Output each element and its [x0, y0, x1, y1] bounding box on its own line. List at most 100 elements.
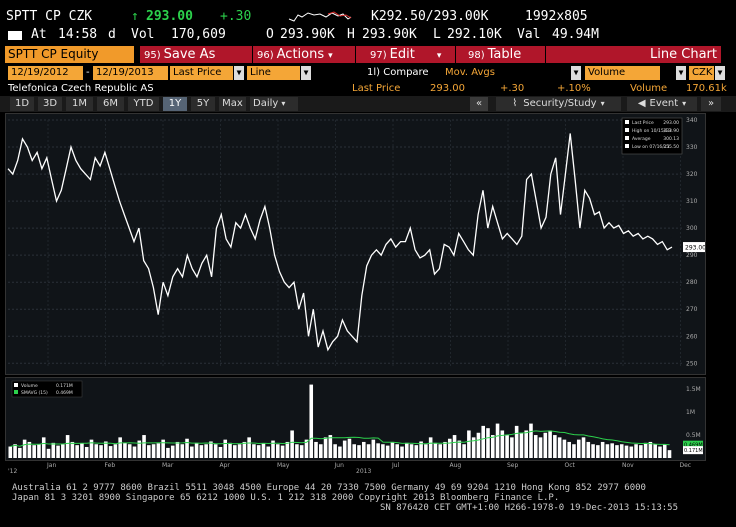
volume-dropdown-icon[interactable]: ▼	[676, 66, 686, 80]
time-suffix: d	[108, 27, 116, 42]
volume-bar	[185, 438, 189, 458]
period-6m[interactable]: 6M	[97, 97, 124, 111]
volume-bar	[285, 441, 290, 458]
save-as-button[interactable]: 95) Save As	[140, 46, 253, 63]
volume-bar	[309, 384, 314, 458]
size-separator: x	[556, 9, 565, 24]
volume-bar	[400, 446, 404, 458]
volume-value: 170,609	[171, 27, 226, 42]
volume-bar	[247, 437, 251, 458]
volume-chart[interactable]: 0.5M 1M 1.5M Volume 0.171M SMAVG (15) 0.469M 0.…	[5, 377, 706, 461]
frequency-dropdown-icon: ▾	[281, 99, 286, 108]
volume-legend-label: SMAVG (15)	[21, 390, 48, 396]
volume-bar	[132, 446, 137, 458]
footer-session: SN 876420 CET GMT+1:00 H266-1978-0 19-De…	[380, 503, 679, 513]
volume-bar	[190, 446, 194, 458]
legend-label: Last Price	[632, 120, 654, 126]
start-date-field[interactable]: 12/19/2012	[8, 66, 83, 80]
volume-legend-swatch	[14, 390, 18, 394]
volume-bar	[404, 442, 409, 458]
volume-bar	[228, 442, 232, 458]
volume-legend-label: Volume	[21, 383, 38, 389]
volume-label: Vol	[131, 27, 155, 42]
price-type-dropdown-icon[interactable]: ▼	[234, 66, 244, 80]
volume-bar	[156, 443, 161, 458]
period-max[interactable]: Max	[219, 97, 246, 111]
open-value: 293.90K	[280, 27, 335, 42]
volume-bar	[37, 444, 41, 458]
volume-bar	[123, 442, 127, 458]
security-study-button[interactable]: ⌇ Security/Study ▾	[496, 97, 621, 111]
period-1m[interactable]: 1M	[66, 97, 93, 111]
volume-bar	[223, 439, 228, 458]
volume-bar	[667, 450, 672, 458]
volume-bar	[519, 432, 524, 458]
volume-bar	[495, 423, 500, 458]
volume-bar	[108, 446, 113, 458]
mov-avgs-button[interactable]: Mov. Avgs	[445, 66, 495, 80]
volume-bar	[381, 444, 385, 458]
volume-bar	[22, 439, 27, 458]
expand-button[interactable]: »	[701, 97, 721, 111]
volume-bar	[581, 437, 586, 458]
volume-bar	[648, 441, 653, 458]
volume-bar	[147, 445, 151, 458]
volume-bar	[46, 448, 51, 458]
period-1y[interactable]: 1Y	[163, 97, 187, 111]
volume-bar	[166, 447, 170, 458]
security-field[interactable]: SPTT CP Equity	[5, 46, 134, 63]
volume-bar	[562, 439, 567, 458]
volume-bar	[252, 444, 256, 458]
chart-type-dropdown-icon[interactable]: ▼	[301, 66, 311, 80]
edit-label: Edit	[389, 47, 415, 62]
volume-bar	[624, 445, 629, 458]
actions-button[interactable]: 96) Actions ▾	[253, 46, 356, 63]
company-name: Telefonica Czech Republic AS	[8, 83, 154, 94]
event-button[interactable]: ◀ Event ▾	[627, 97, 697, 111]
y-tick-label: 330	[686, 144, 698, 151]
volume-bar	[524, 430, 528, 458]
edit-button[interactable]: 97) Edit ▾	[356, 46, 456, 63]
date-separator: -	[86, 67, 90, 78]
x-tick-label: Feb	[105, 462, 116, 469]
volume-bar	[233, 445, 237, 458]
open-label: O	[266, 27, 274, 42]
volume-bar	[51, 442, 56, 458]
volume-bar	[476, 432, 481, 458]
end-date-field[interactable]: 12/19/2013	[93, 66, 168, 80]
currency-dropdown-icon[interactable]: ▼	[715, 66, 725, 80]
high-value: 293.90K	[362, 27, 417, 42]
currency-field[interactable]: CZK	[689, 66, 714, 80]
mov-avgs-dropdown-icon[interactable]: ▼	[571, 66, 581, 80]
chart-type-field[interactable]: Line	[247, 66, 300, 80]
volume-bar	[610, 443, 614, 458]
actions-dropdown-icon: ▾	[328, 51, 333, 61]
series-line-last-price	[7, 133, 673, 352]
period-1d[interactable]: 1D	[10, 97, 34, 111]
x-tick-label: Oct	[565, 462, 576, 469]
volume-bar	[361, 441, 366, 458]
x-year-label: 2013	[356, 468, 371, 473]
function-bar: SPTT CP Equity 95) Save As 96) Actions ▾ 97…	[0, 45, 736, 64]
frequency-select[interactable]: Daily ▾	[250, 97, 298, 111]
price-chart[interactable]: 250 260 270 280 290 300 310 320 330 340 293.00 Last…	[5, 113, 706, 375]
volume-bar	[557, 437, 562, 458]
volume-bar	[447, 438, 452, 458]
period-5y[interactable]: 5Y	[191, 97, 215, 111]
volume-bar	[510, 437, 514, 458]
volume-bar	[529, 423, 533, 458]
table-button[interactable]: 98) Table	[456, 46, 546, 63]
period-ytd[interactable]: YTD	[128, 97, 159, 111]
volume-bar	[56, 445, 60, 458]
volume-field[interactable]: Volume	[585, 66, 660, 80]
volume-bar	[342, 440, 347, 458]
period-3d[interactable]: 3D	[38, 97, 62, 111]
last-price-value: 293.00	[430, 83, 465, 94]
collapse-button[interactable]: «	[470, 97, 488, 111]
last-time: 14:58	[58, 27, 98, 42]
volume-info-label: Volume	[630, 83, 668, 94]
price-type-field[interactable]: Last Price	[170, 66, 233, 80]
compare-button[interactable]: 1l) Compare	[367, 66, 429, 80]
volume-bar	[352, 444, 357, 458]
volume-bar	[104, 441, 108, 458]
